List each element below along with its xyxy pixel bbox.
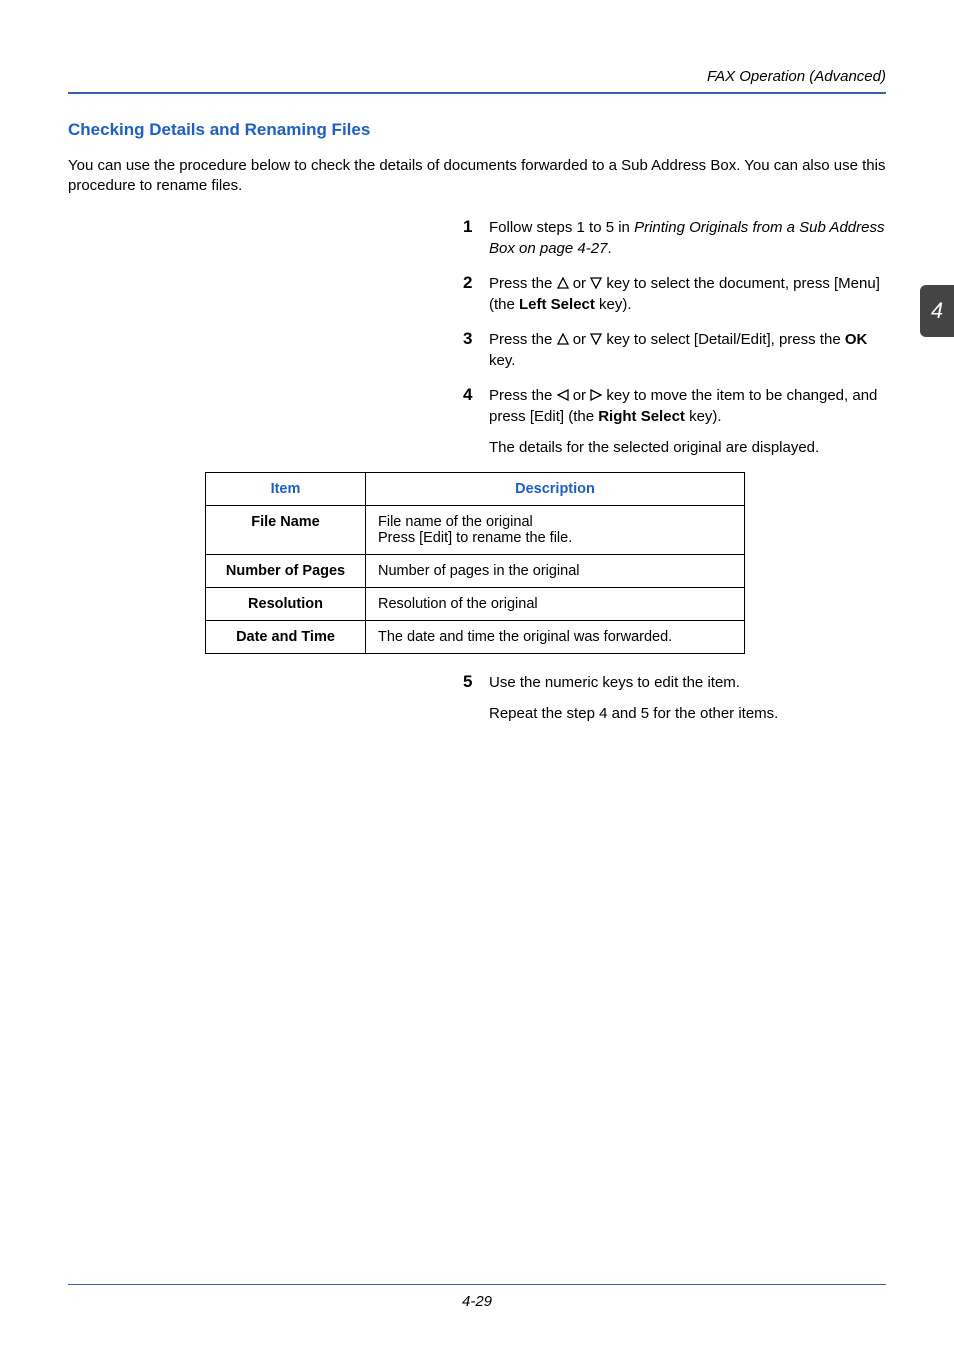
text: or: [569, 387, 591, 404]
intro-paragraph: You can use the procedure below to check…: [68, 156, 886, 197]
step-5: 5 Use the numeric keys to edit the item.…: [463, 672, 886, 724]
item-cell: Date and Time: [206, 620, 366, 653]
item-cell: Resolution: [206, 587, 366, 620]
step-1: 1 Follow steps 1 to 5 in Printing Origin…: [463, 217, 886, 259]
footer: 4-29: [0, 1284, 954, 1311]
page-number: 4-29: [462, 1293, 492, 1310]
step-number: 5: [463, 672, 489, 724]
table-row: Number of Pages Number of pages in the o…: [206, 554, 745, 587]
col-description: Description: [366, 472, 745, 505]
text: key to select [Detail/Edit], press the: [602, 331, 845, 348]
up-triangle-icon: [557, 333, 569, 345]
section-title: Checking Details and Renaming Files: [68, 120, 886, 140]
steps-block-lower: 5 Use the numeric keys to edit the item.…: [463, 672, 886, 724]
key-name: Left Select: [519, 296, 595, 313]
table-row: Resolution Resolution of the original: [206, 587, 745, 620]
text: Use the numeric keys to edit the item.: [489, 674, 740, 691]
table-header-row: Item Description: [206, 472, 745, 505]
text: Follow steps 1 to 5 in: [489, 219, 634, 236]
header-section: FAX Operation (Advanced): [707, 68, 886, 85]
right-triangle-icon: [590, 389, 602, 401]
step-number: 1: [463, 217, 489, 259]
text: key).: [595, 296, 632, 313]
step-2: 2 Press the or key to select the documen…: [463, 273, 886, 315]
content: Checking Details and Renaming Files You …: [68, 120, 886, 738]
step-number: 2: [463, 273, 489, 315]
table-row: File Name File name of the original Pres…: [206, 505, 745, 554]
desc-cell: File name of the original Press [Edit] t…: [366, 505, 745, 554]
step-4: 4 Press the or key to move the item to b…: [463, 385, 886, 458]
key-name: Right Select: [598, 408, 685, 425]
up-triangle-icon: [557, 277, 569, 289]
item-cell: Number of Pages: [206, 554, 366, 587]
text: or: [569, 331, 591, 348]
down-triangle-icon: [590, 277, 602, 289]
left-triangle-icon: [557, 389, 569, 401]
text: .: [607, 240, 611, 257]
step-body: Follow steps 1 to 5 in Printing Original…: [489, 217, 886, 259]
text: Press the: [489, 275, 557, 292]
step-3: 3 Press the or key to select [Detail/Edi…: [463, 329, 886, 371]
details-table: Item Description File Name File name of …: [205, 472, 745, 654]
steps-block: 1 Follow steps 1 to 5 in Printing Origin…: [463, 217, 886, 458]
page: FAX Operation (Advanced) 4 Checking Deta…: [0, 0, 954, 1350]
step-subtext: The details for the selected original ar…: [489, 437, 886, 458]
text: key).: [685, 408, 722, 425]
step-body: Use the numeric keys to edit the item. R…: [489, 672, 778, 724]
item-cell: File Name: [206, 505, 366, 554]
step-body: Press the or key to move the item to be …: [489, 385, 886, 458]
down-triangle-icon: [590, 333, 602, 345]
key-name: OK: [845, 331, 868, 348]
step-number: 3: [463, 329, 489, 371]
text: or: [569, 275, 591, 292]
desc-cell: The date and time the original was forwa…: [366, 620, 745, 653]
step-body: Press the or key to select the document,…: [489, 273, 886, 315]
table-row: Date and Time The date and time the orig…: [206, 620, 745, 653]
text: Press the: [489, 331, 557, 348]
col-item: Item: [206, 472, 366, 505]
chapter-tab: 4: [920, 285, 954, 337]
footer-rule: [68, 1284, 886, 1286]
desc-cell: Number of pages in the original: [366, 554, 745, 587]
desc-cell: Resolution of the original: [366, 587, 745, 620]
text: Press the: [489, 387, 557, 404]
header-rule: [68, 92, 886, 94]
step-number: 4: [463, 385, 489, 458]
step-subtext: Repeat the step 4 and 5 for the other it…: [489, 703, 778, 724]
text: key.: [489, 352, 515, 369]
step-body: Press the or key to select [Detail/Edit]…: [489, 329, 886, 371]
